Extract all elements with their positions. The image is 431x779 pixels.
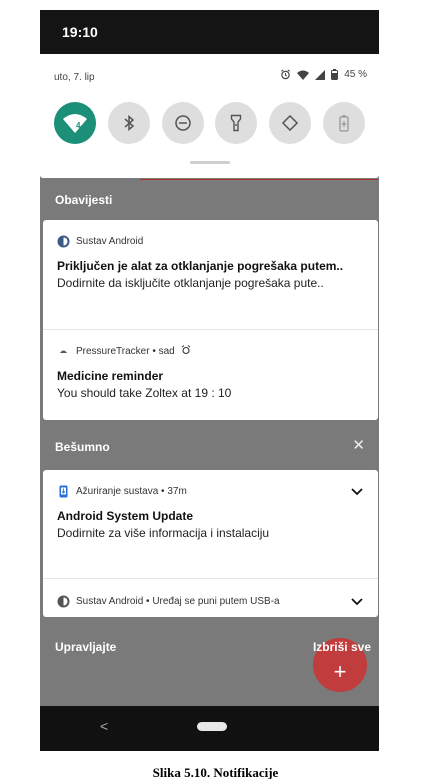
svg-text:4: 4 — [76, 121, 81, 130]
do-not-disturb-icon — [174, 114, 192, 132]
notification-usb-debugging[interactable]: Sustav Android Priključen je alat za otk… — [57, 234, 364, 290]
notification-header: Sustav Android • Uređaj se puni putem US… — [57, 594, 364, 608]
phone-screen: 19:10 uto, 7. lip 45 % 4 Obavijesti Sust… — [40, 10, 379, 751]
auto-rotate-icon — [281, 114, 299, 132]
figure-caption: Slika 5.10. Notifikacije — [152, 765, 279, 779]
back-button[interactable]: < — [100, 718, 108, 734]
wifi-tile[interactable]: 4 — [54, 102, 96, 144]
notification-text: Dodirnite da isključite otklanjanje pogr… — [57, 276, 324, 290]
notification-divider — [43, 578, 378, 579]
quick-tiles: 4 — [54, 102, 365, 144]
notification-app-name: Sustav Android — [76, 235, 144, 247]
notification-app-name: Ažuriranje sustava • 37m — [76, 485, 187, 497]
status-icons: 45 % — [280, 69, 367, 80]
navigation-bar: < — [40, 706, 379, 751]
wifi-icon: 4 — [63, 113, 87, 133]
pressure-tracker-icon — [57, 345, 70, 358]
clear-all-button[interactable]: Izbriši sve — [313, 640, 371, 654]
notifications-section-title: Obavijesti — [55, 193, 113, 207]
flashlight-tile[interactable] — [215, 102, 258, 144]
drag-handle[interactable] — [190, 161, 230, 164]
home-button[interactable] — [197, 722, 227, 731]
status-bar: 19:10 — [40, 10, 379, 54]
notification-header: Ažuriranje sustava • 37m — [57, 484, 364, 498]
quick-settings-panel: uto, 7. lip 45 % 4 — [40, 54, 379, 178]
manage-button[interactable]: Upravljajte — [55, 640, 116, 654]
notification-header: PressureTracker • sad — [57, 344, 364, 358]
system-update-icon — [57, 485, 70, 498]
alarm-icon — [280, 69, 291, 80]
do-not-disturb-tile[interactable] — [161, 102, 204, 144]
divider-line — [140, 179, 378, 180]
signal-icon — [315, 69, 326, 80]
wifi-status-icon — [297, 70, 310, 80]
notification-app-name: PressureTracker • sad — [76, 345, 175, 357]
clock: 19:10 — [62, 24, 98, 40]
alarm-small-icon — [181, 344, 191, 358]
notification-title: Priključen je alat za otklanjanje pogreš… — [57, 259, 344, 273]
notification-medicine-reminder[interactable]: PressureTracker • sad Medicine reminder … — [57, 344, 364, 400]
android-system-icon — [57, 595, 70, 608]
notification-text: Dodirnite za više informacija i instalac… — [57, 526, 270, 540]
battery-percent: 45 % — [344, 69, 367, 80]
notification-system-update[interactable]: Ažuriranje sustava • 37m Android System … — [57, 484, 364, 540]
close-icon[interactable]: ✕ — [352, 436, 365, 454]
battery-icon — [331, 69, 339, 80]
flashlight-icon — [230, 114, 242, 132]
notifications-card: Sustav Android Priključen je alat za otk… — [43, 220, 378, 420]
silent-notifications-card: Ažuriranje sustava • 37m Android System … — [43, 470, 378, 617]
auto-rotate-tile[interactable] — [269, 102, 312, 144]
bluetooth-tile[interactable] — [107, 102, 150, 144]
plus-icon: + — [333, 659, 347, 684]
bluetooth-icon — [122, 114, 136, 132]
chevron-down-icon[interactable] — [350, 484, 364, 502]
silent-section-title: Bešumno — [55, 440, 110, 454]
notification-usb-charging[interactable]: Sustav Android • Uređaj se puni putem US… — [57, 594, 364, 608]
date-label: uto, 7. lip — [54, 72, 95, 83]
notification-title: Android System Update — [57, 509, 194, 523]
notification-divider — [43, 329, 378, 330]
chevron-down-icon[interactable] — [350, 594, 364, 612]
android-system-icon — [57, 235, 70, 248]
battery-saver-icon — [339, 114, 349, 132]
notification-header: Sustav Android — [57, 234, 364, 248]
notification-app-name: Sustav Android • Uređaj se puni putem US… — [76, 595, 280, 607]
notification-title: Medicine reminder — [57, 369, 164, 383]
battery-saver-tile[interactable] — [322, 102, 365, 144]
notification-text: You should take Zoltex at 19 : 10 — [57, 386, 232, 400]
